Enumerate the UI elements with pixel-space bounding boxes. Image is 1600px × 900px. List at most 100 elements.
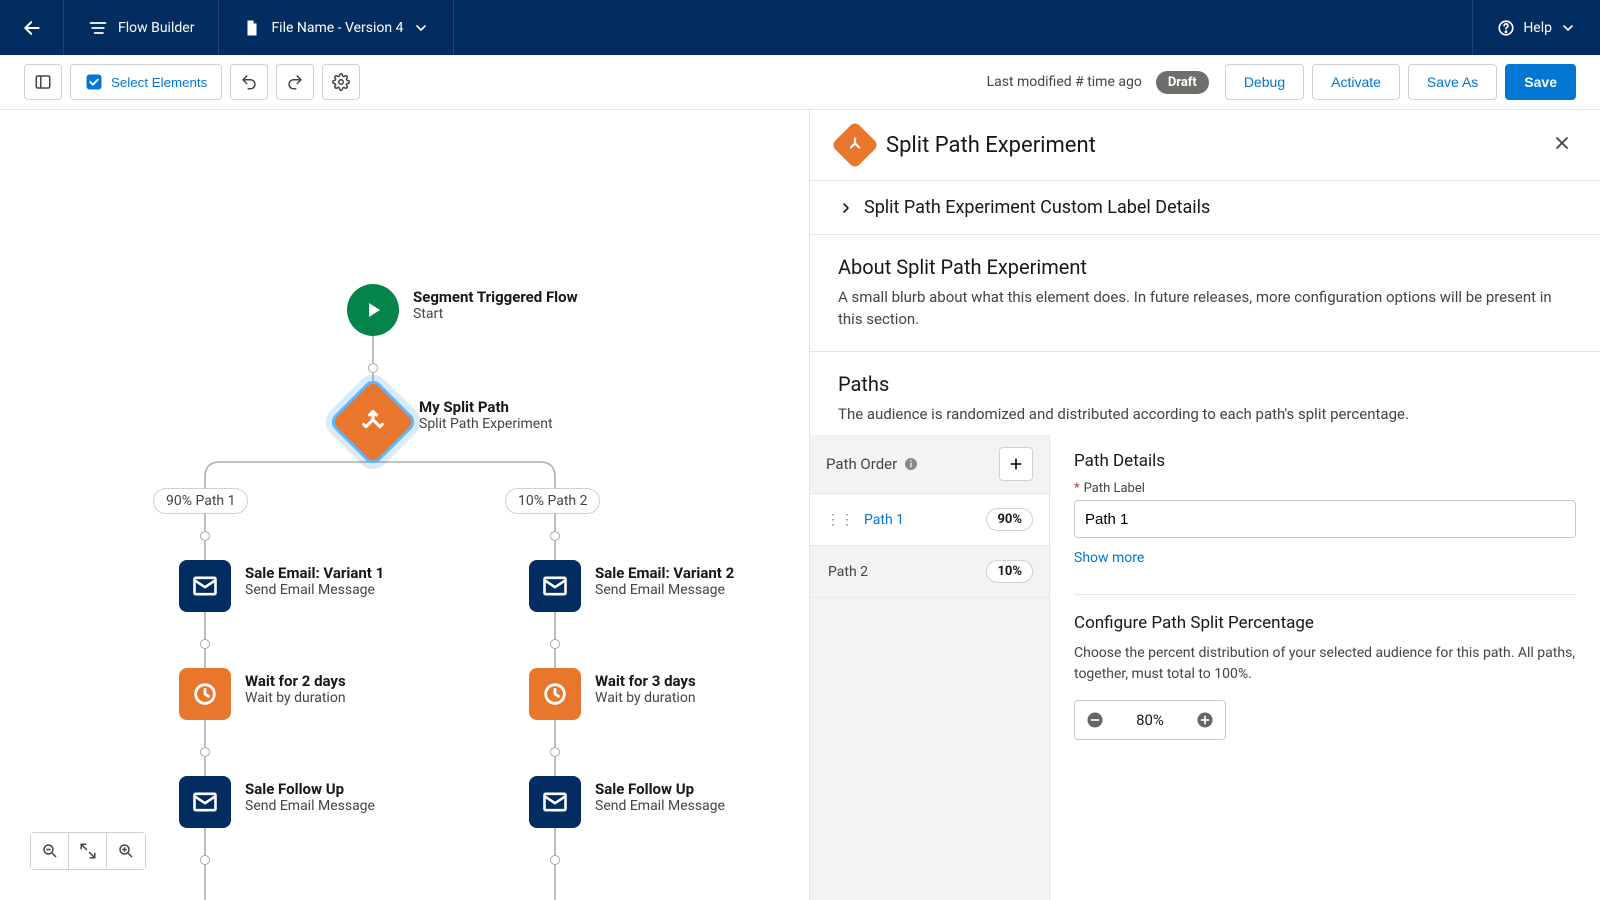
node-email-variant-2[interactable]: Sale Email: Variant 2 Send Email Message (529, 560, 734, 612)
topbar-left: Flow Builder File Name - Version 4 (0, 0, 454, 55)
node-wait-2-days[interactable]: Wait for 2 days Wait by duration (179, 668, 346, 720)
node-start[interactable]: Segment Triggered Flow Start (347, 284, 578, 336)
node-label: Sale Email: Variant 1 Send Email Message (245, 560, 384, 598)
save-button[interactable]: Save (1505, 64, 1576, 100)
node-title: Sale Email: Variant 2 (595, 564, 734, 582)
path-order-header: Path Order (810, 435, 1049, 494)
custom-label-section[interactable]: Split Path Experiment Custom Label Detai… (810, 181, 1600, 235)
split-icon (359, 408, 387, 436)
start-node-icon (347, 284, 399, 336)
node-followup-1[interactable]: Sale Follow Up Send Email Message (179, 776, 375, 828)
add-port[interactable] (550, 639, 560, 649)
node-wait-3-days[interactable]: Wait for 3 days Wait by duration (529, 668, 696, 720)
node-title: Wait for 3 days (595, 672, 696, 690)
node-sub: Start (413, 306, 578, 322)
mail-icon (191, 572, 219, 600)
path-row-1[interactable]: ⋮⋮ Path 1 90% (810, 494, 1049, 546)
node-label: Wait for 2 days Wait by duration (245, 668, 346, 706)
path-name: Path 1 (864, 512, 904, 528)
add-port[interactable] (368, 363, 378, 373)
stepper-decrement[interactable] (1075, 701, 1115, 739)
node-title: My Split Path (419, 398, 553, 416)
close-icon (1552, 133, 1572, 153)
clock-icon (541, 680, 569, 708)
about-section: About Split Path Experiment A small blur… (810, 235, 1600, 352)
file-label: File Name - Version 4 (271, 20, 403, 36)
node-sub: Send Email Message (245, 798, 375, 814)
split-node-icon (328, 377, 419, 468)
status-badge: Draft (1156, 71, 1209, 94)
panel-header: Split Path Experiment (810, 110, 1600, 181)
canvas[interactable]: Segment Triggered Flow Start My Split Pa… (0, 110, 810, 900)
path-order-label: Path Order (826, 455, 897, 473)
node-sub: Send Email Message (245, 582, 384, 598)
zoom-fit-button[interactable] (69, 833, 107, 869)
play-icon (361, 298, 385, 322)
zoom-out-button[interactable] (31, 833, 69, 869)
debug-button[interactable]: Debug (1225, 64, 1304, 100)
path-name: Path 2 (828, 564, 868, 580)
node-followup-2[interactable]: Sale Follow Up Send Email Message (529, 776, 725, 828)
properties-panel: Split Path Experiment Split Path Experim… (810, 110, 1600, 900)
panel-title: Split Path Experiment (886, 133, 1538, 158)
about-heading: About Split Path Experiment (838, 255, 1572, 279)
add-port[interactable] (200, 747, 210, 757)
node-title: Sale Follow Up (245, 780, 375, 798)
node-title: Segment Triggered Flow (413, 288, 578, 306)
select-elements-button[interactable]: Select Elements (70, 64, 222, 100)
redo-button[interactable] (276, 64, 314, 100)
split-icon (845, 135, 865, 155)
add-port[interactable] (550, 855, 560, 865)
app-name: Flow Builder (118, 20, 194, 36)
node-sub: Wait by duration (595, 690, 696, 706)
zoom-controls (30, 832, 146, 870)
show-more-link[interactable]: Show more (1074, 550, 1144, 566)
plus-icon (1008, 456, 1024, 472)
file-switcher[interactable]: File Name - Version 4 (219, 0, 454, 55)
collapsible-label: Split Path Experiment Custom Label Detai… (864, 197, 1210, 218)
checkbox-icon (85, 73, 103, 91)
info-icon[interactable] (903, 456, 919, 472)
node-label: Sale Email: Variant 2 Send Email Message (595, 560, 734, 598)
toggle-left-panel-button[interactable] (24, 64, 62, 100)
settings-button[interactable] (322, 64, 360, 100)
node-email-variant-1[interactable]: Sale Email: Variant 1 Send Email Message (179, 560, 384, 612)
add-path-button[interactable] (999, 447, 1033, 481)
zoom-fit-icon (79, 842, 97, 860)
zoom-in-icon (117, 842, 135, 860)
help-menu[interactable]: Help (1472, 0, 1600, 55)
node-label: Sale Follow Up Send Email Message (245, 776, 375, 814)
clock-icon (191, 680, 219, 708)
node-split-path[interactable]: My Split Path Split Path Experiment (341, 390, 553, 454)
path-details-heading: Path Details (1074, 451, 1576, 471)
email-node-icon (179, 776, 231, 828)
add-port[interactable] (200, 855, 210, 865)
activate-button[interactable]: Activate (1312, 64, 1400, 100)
chevron-down-icon (413, 20, 429, 36)
node-sub: Split Path Experiment (419, 416, 553, 432)
path-label-field-label: *Path Label (1074, 481, 1576, 496)
panel-left-icon (34, 73, 52, 91)
path-row-2[interactable]: Path 2 10% (810, 546, 1049, 598)
undo-button[interactable] (230, 64, 268, 100)
add-port[interactable] (200, 531, 210, 541)
mail-icon (191, 788, 219, 816)
zoom-in-button[interactable] (107, 833, 145, 869)
stepper-value: 80% (1115, 711, 1185, 729)
add-port[interactable] (200, 639, 210, 649)
panel-icon (831, 121, 879, 169)
add-port[interactable] (550, 531, 560, 541)
stepper-increment[interactable] (1185, 701, 1225, 739)
paths-section-intro: Paths The audience is randomized and dis… (810, 352, 1600, 436)
close-panel-button[interactable] (1552, 133, 1572, 157)
path-label-input[interactable] (1074, 500, 1576, 538)
node-title: Sale Follow Up (595, 780, 725, 798)
wait-node-icon (179, 668, 231, 720)
plus-circle-icon (1195, 710, 1215, 730)
wait-node-icon (529, 668, 581, 720)
drag-handle-icon[interactable]: ⋮⋮ (826, 512, 854, 528)
save-as-button[interactable]: Save As (1408, 64, 1497, 100)
back-button[interactable] (0, 0, 64, 55)
email-node-icon (529, 560, 581, 612)
add-port[interactable] (550, 747, 560, 757)
